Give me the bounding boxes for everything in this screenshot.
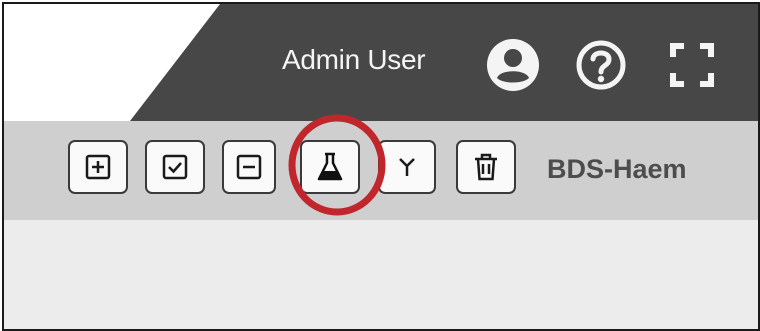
account-circle-icon[interactable] bbox=[486, 38, 540, 92]
content-area bbox=[4, 220, 758, 329]
toolbar: BDS-Haem bbox=[4, 121, 758, 220]
merge-icon bbox=[394, 154, 420, 180]
flask-button[interactable] bbox=[300, 140, 360, 194]
plus-square-icon bbox=[85, 154, 111, 180]
merge-button[interactable] bbox=[378, 140, 436, 194]
delete-button[interactable] bbox=[456, 140, 516, 194]
app-window: Admin User BDS-Haem bbox=[2, 2, 760, 331]
fullscreen-icon[interactable] bbox=[669, 42, 715, 88]
trash-icon bbox=[473, 152, 499, 182]
minus-square-icon bbox=[236, 154, 262, 180]
user-name[interactable]: Admin User bbox=[282, 44, 426, 76]
app-header: Admin User bbox=[4, 4, 758, 121]
add-button[interactable] bbox=[68, 140, 128, 194]
workspace-label: BDS-Haem bbox=[547, 154, 687, 184]
remove-button[interactable] bbox=[222, 140, 276, 194]
check-button[interactable] bbox=[145, 140, 205, 194]
flask-icon bbox=[316, 152, 344, 182]
check-square-icon bbox=[162, 154, 188, 180]
help-circle-icon[interactable] bbox=[574, 38, 628, 92]
